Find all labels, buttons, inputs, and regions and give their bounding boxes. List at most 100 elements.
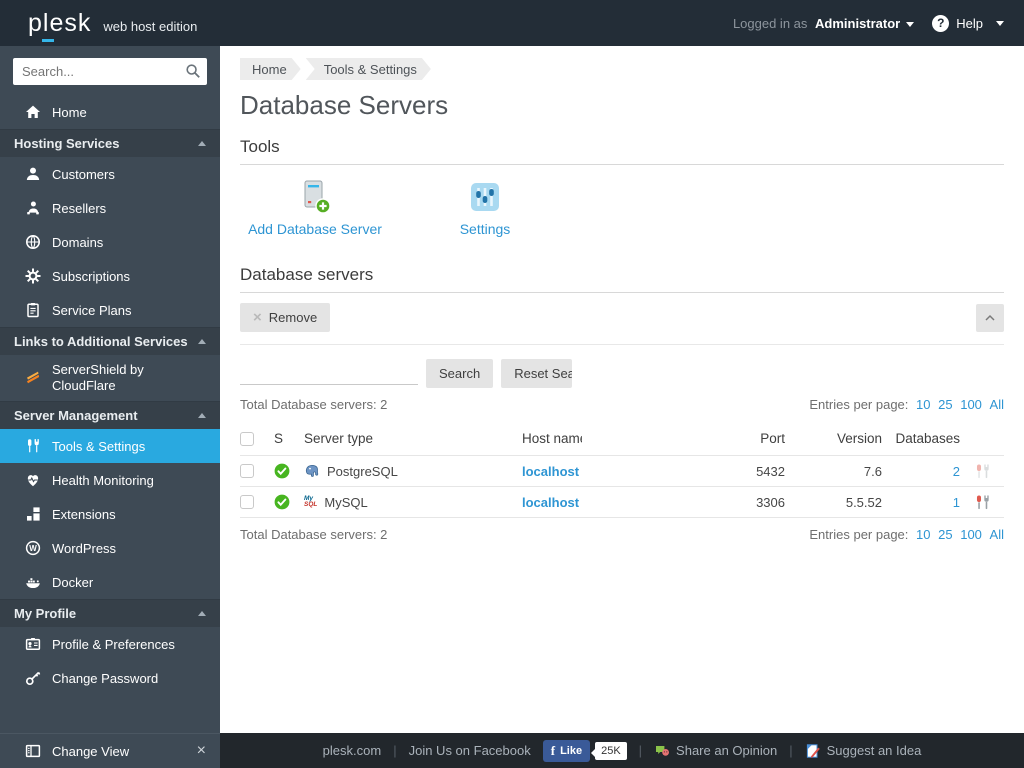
- row-checkbox[interactable]: [240, 495, 254, 509]
- facebook-icon: f: [551, 743, 555, 759]
- page-size-25[interactable]: 25: [938, 527, 952, 542]
- main-content: Home Tools & Settings Database Servers T…: [220, 46, 1024, 733]
- user-menu[interactable]: Administrator: [815, 16, 900, 31]
- blocks-icon: [25, 506, 41, 522]
- version-value: 7.6: [785, 464, 882, 479]
- settings-button[interactable]: Settings: [430, 179, 540, 237]
- sidebar-item-profile-preferences[interactable]: Profile & Preferences: [0, 627, 220, 661]
- entries-per-page: Entries per page: 10 25 100 All: [809, 527, 1004, 542]
- list-toolbar: × Remove: [240, 303, 1004, 345]
- entries-per-page: Entries per page: 10 25 100 All: [809, 397, 1004, 412]
- globe-icon: [25, 234, 41, 250]
- like-button[interactable]: f Like: [543, 740, 590, 762]
- col-status: S: [274, 431, 304, 446]
- reset-search-button[interactable]: Reset Search: [501, 359, 572, 388]
- share-opinion-link[interactable]: Share an Opinion: [654, 743, 777, 759]
- page-size-10[interactable]: 10: [916, 527, 930, 542]
- filter-input[interactable]: [240, 363, 418, 385]
- sidebar-item-domains[interactable]: Domains: [0, 225, 220, 259]
- sidebar: Home Hosting Services Customers Reseller…: [0, 46, 220, 768]
- sidebar-item-wordpress[interactable]: W WordPress: [0, 531, 220, 565]
- status-ok-icon: [274, 494, 290, 510]
- sidebar-item-tools-settings[interactable]: Tools & Settings: [0, 429, 220, 463]
- change-view-button[interactable]: Change View ×: [0, 733, 220, 768]
- row-checkbox[interactable]: [240, 464, 254, 478]
- select-all-checkbox[interactable]: [240, 432, 254, 446]
- sidebar-section-my-profile[interactable]: My Profile: [0, 599, 220, 627]
- servers-table: S Server type Host name Port Version Dat…: [240, 422, 1004, 518]
- help-menu[interactable]: ? Help: [932, 15, 1004, 32]
- gear-icon: [25, 268, 41, 284]
- plesk-com-link[interactable]: plesk.com: [323, 743, 382, 758]
- breadcrumb-home[interactable]: Home: [240, 58, 301, 80]
- table-row: MySQL MySQL localhost 3306 5.5.52 1: [240, 487, 1004, 518]
- page-size-100[interactable]: 100: [960, 527, 982, 542]
- database-server-add-icon: [298, 179, 332, 215]
- edition-label: web host edition: [103, 19, 197, 34]
- logged-in-as[interactable]: Logged in as Administrator: [733, 16, 914, 31]
- tools-icon: [25, 438, 41, 454]
- top-bar: plesk web host edition Logged in as Admi…: [0, 0, 1024, 46]
- search-input[interactable]: [13, 58, 207, 85]
- host-link[interactable]: localhost: [522, 464, 685, 479]
- search-icon: [185, 63, 201, 79]
- chevron-up-icon: [198, 611, 206, 616]
- footer: plesk.com | Join Us on Facebook f Like 2…: [220, 733, 1024, 768]
- chevron-up-icon: [983, 311, 997, 325]
- page-size-all[interactable]: All: [990, 527, 1004, 542]
- sidebar-item-extensions[interactable]: Extensions: [0, 497, 220, 531]
- page-size-10[interactable]: 10: [916, 397, 930, 412]
- breadcrumb-tools-settings[interactable]: Tools & Settings: [306, 58, 431, 80]
- sidebar-item-health-monitoring[interactable]: Health Monitoring: [0, 463, 220, 497]
- facebook-link[interactable]: Join Us on Facebook: [409, 743, 531, 758]
- col-server-type: Server type: [304, 431, 522, 446]
- sidebar-item-change-password[interactable]: Change Password: [0, 661, 220, 695]
- total-count-label: Total Database servers: 2: [240, 527, 387, 542]
- add-database-server-button[interactable]: Add Database Server: [240, 179, 390, 237]
- sidebar-section-server-management[interactable]: Server Management: [0, 401, 220, 429]
- databases-count-link[interactable]: 2: [882, 464, 960, 479]
- home-icon: [25, 104, 41, 120]
- plesk-logo[interactable]: plesk: [28, 9, 91, 38]
- table-row: PostgreSQL localhost 5432 7.6 2: [240, 456, 1004, 487]
- facebook-like-widget[interactable]: f Like 25K: [543, 740, 627, 762]
- like-count-badge: 25K: [595, 742, 627, 760]
- remove-x-icon: ×: [253, 313, 262, 323]
- layout-icon: [25, 743, 41, 759]
- col-port: Port: [685, 431, 785, 446]
- sidebar-item-home[interactable]: Home: [0, 95, 220, 129]
- status-ok-icon: [274, 463, 290, 479]
- sidebar-item-docker[interactable]: Docker: [0, 565, 220, 599]
- search-button[interactable]: Search: [426, 359, 493, 388]
- chevron-down-icon: [996, 21, 1004, 26]
- webadmin-tools-icon[interactable]: [974, 494, 991, 511]
- id-card-icon: [25, 636, 41, 652]
- sidebar-item-customers[interactable]: Customers: [0, 157, 220, 191]
- col-host-name: Host name: [522, 431, 582, 446]
- table-header-row: S Server type Host name Port Version Dat…: [240, 422, 1004, 456]
- remove-button[interactable]: × Remove: [240, 303, 330, 332]
- page-size-all[interactable]: All: [990, 397, 1004, 412]
- sidebar-section-additional-services[interactable]: Links to Additional Services: [0, 327, 220, 355]
- suggest-idea-link[interactable]: Suggest an Idea: [805, 743, 922, 759]
- user-icon: [25, 166, 41, 182]
- wordpress-icon: W: [25, 540, 41, 556]
- sidebar-item-subscriptions[interactable]: Subscriptions: [0, 259, 220, 293]
- chevron-up-icon: [198, 339, 206, 344]
- sidebar-item-resellers[interactable]: Resellers: [0, 191, 220, 225]
- page-size-25[interactable]: 25: [938, 397, 952, 412]
- sidebar-item-servershield[interactable]: ServerShield by CloudFlare: [0, 355, 220, 401]
- host-link[interactable]: localhost: [522, 495, 685, 510]
- speech-bubbles-icon: [654, 743, 670, 759]
- close-icon[interactable]: ×: [197, 742, 206, 760]
- port-value: 5432: [685, 464, 785, 479]
- collapse-toolbar-button[interactable]: [976, 304, 1004, 332]
- sidebar-section-hosting-services[interactable]: Hosting Services: [0, 129, 220, 157]
- heart-pulse-icon: [25, 472, 41, 488]
- webadmin-tools-icon[interactable]: [974, 463, 991, 480]
- database-servers-heading: Database servers: [240, 265, 1004, 293]
- mysql-icon: MySQL: [304, 496, 317, 508]
- databases-count-link[interactable]: 1: [882, 495, 960, 510]
- page-size-100[interactable]: 100: [960, 397, 982, 412]
- sidebar-item-service-plans[interactable]: Service Plans: [0, 293, 220, 327]
